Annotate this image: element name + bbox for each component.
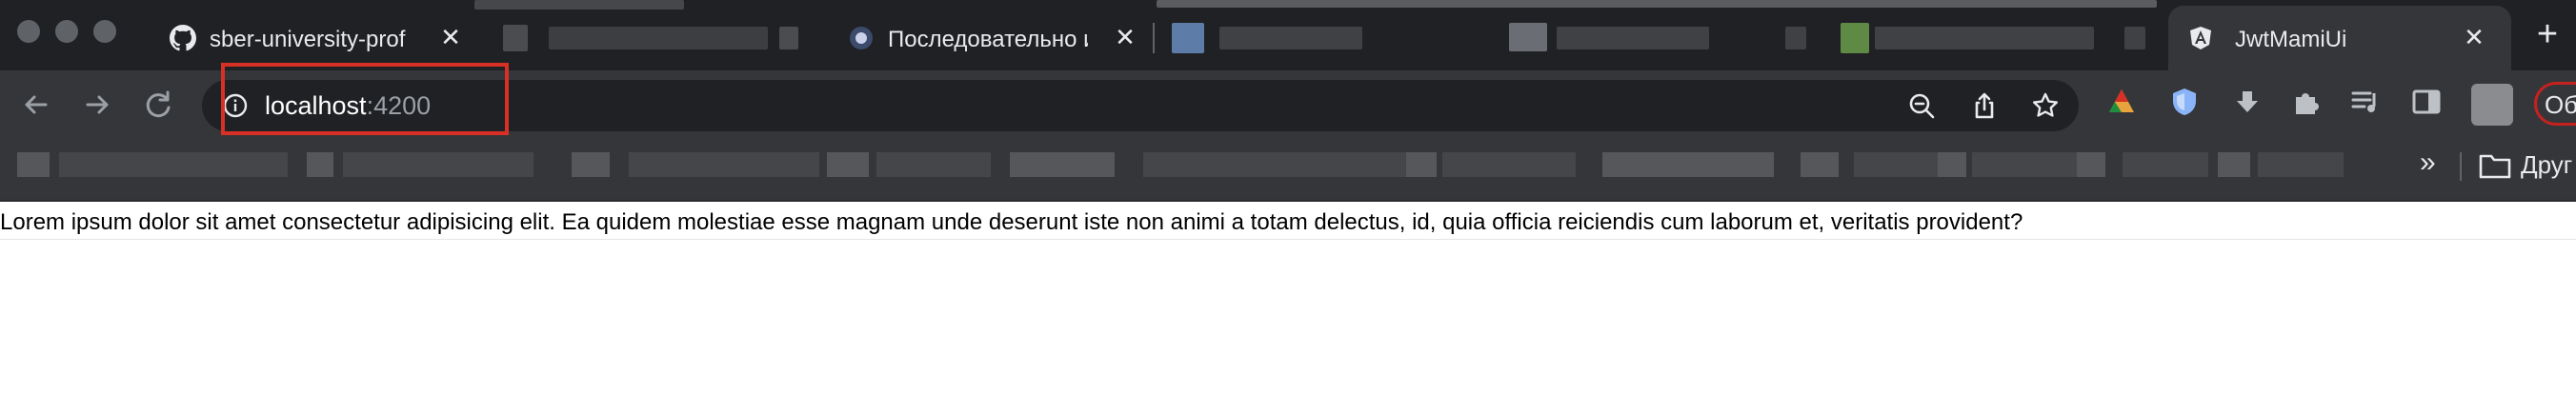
close-window-button[interactable] bbox=[17, 20, 40, 43]
tab-blurred-1[interactable] bbox=[476, 6, 829, 70]
bookmark-item[interactable] bbox=[629, 152, 819, 177]
blurred-favicon-icon bbox=[1841, 23, 1869, 53]
bookmark-item[interactable] bbox=[572, 152, 610, 177]
bookmark-item[interactable] bbox=[1938, 152, 1966, 177]
shield-icon[interactable] bbox=[2168, 86, 2201, 118]
media-controls-icon[interactable] bbox=[2349, 86, 2382, 118]
blurred-favicon-icon bbox=[1509, 23, 1547, 51]
tab-site[interactable]: Последовательно и ✕ bbox=[831, 6, 1145, 70]
bookmark-item[interactable] bbox=[1406, 152, 1437, 177]
minimize-window-button[interactable] bbox=[55, 20, 78, 43]
bookmark-item[interactable] bbox=[1010, 152, 1115, 177]
bookmark-item[interactable] bbox=[2258, 152, 2344, 177]
bookmark-item[interactable] bbox=[2123, 152, 2208, 177]
forward-icon[interactable] bbox=[78, 86, 116, 124]
tab-strip: sber-university-prof ✕ Последовательно и… bbox=[0, 0, 2576, 70]
blurred-close-icon bbox=[1785, 27, 1806, 49]
bookmarks-separator bbox=[2460, 152, 2462, 181]
bookmark-item[interactable] bbox=[876, 152, 991, 177]
bookmark-star-icon[interactable] bbox=[2031, 91, 2060, 120]
close-tab-icon[interactable]: ✕ bbox=[2460, 23, 2488, 51]
blurred-tab-title bbox=[1875, 27, 2094, 49]
tab-blurred-3[interactable] bbox=[1814, 6, 2157, 70]
new-tab-button[interactable]: + bbox=[2528, 15, 2566, 53]
bookmark-item[interactable] bbox=[827, 152, 869, 177]
bookmark-item[interactable] bbox=[307, 152, 333, 177]
bookmark-item[interactable] bbox=[1442, 152, 1576, 177]
zoom-window-button[interactable] bbox=[93, 20, 116, 43]
profile-menu-button[interactable]: Об bbox=[2534, 82, 2576, 126]
tab-active[interactable]: JwtMamiUi ✕ bbox=[2168, 6, 2511, 70]
extensions-puzzle-icon[interactable] bbox=[2290, 86, 2323, 118]
bookmark-item[interactable] bbox=[59, 152, 288, 177]
blurred-favicon-icon bbox=[503, 25, 528, 51]
blurred-close-icon bbox=[779, 27, 798, 49]
reload-icon[interactable] bbox=[139, 86, 177, 124]
bookmark-item[interactable] bbox=[1143, 152, 1429, 177]
other-bookmarks-label[interactable]: Друг bbox=[2521, 150, 2572, 180]
profile-menu-label: Об bbox=[2545, 90, 2576, 119]
tab-github[interactable]: sber-university-prof ✕ bbox=[152, 6, 476, 70]
github-icon bbox=[170, 25, 196, 51]
folder-icon[interactable] bbox=[2479, 152, 2511, 179]
tab-separator bbox=[1153, 23, 1155, 53]
angular-icon bbox=[2190, 27, 2211, 49]
tab-title: Последовательно и bbox=[888, 27, 1088, 52]
tab-blurred-2[interactable] bbox=[1157, 6, 1814, 70]
bookmark-item[interactable] bbox=[1602, 152, 1774, 177]
close-tab-icon[interactable]: ✕ bbox=[1111, 23, 1139, 51]
share-icon[interactable] bbox=[1970, 91, 1999, 120]
tab-title: JwtMamiUi bbox=[2235, 27, 2347, 52]
blurred-tab-title bbox=[1219, 27, 1362, 49]
bookmark-item[interactable] bbox=[1801, 152, 1839, 177]
zoom-out-icon[interactable] bbox=[1907, 91, 1936, 120]
bookmark-item[interactable] bbox=[2077, 152, 2105, 177]
blurred-favicon-icon bbox=[1172, 23, 1204, 53]
url-highlight-box bbox=[221, 63, 509, 135]
bookmark-item[interactable] bbox=[343, 152, 533, 177]
bookmark-item[interactable] bbox=[17, 152, 50, 177]
side-panel-icon[interactable] bbox=[2410, 86, 2443, 118]
profile-avatar[interactable] bbox=[2471, 84, 2513, 126]
blurred-tab-title bbox=[1557, 27, 1709, 49]
blurred-tab-edge bbox=[474, 0, 684, 10]
color-extension-icon[interactable] bbox=[2105, 86, 2138, 118]
blurred-close-icon bbox=[2124, 27, 2145, 49]
back-icon[interactable] bbox=[17, 86, 55, 124]
page-paragraph: Lorem ipsum dolor sit amet consectetur a… bbox=[0, 209, 2023, 235]
page-divider bbox=[0, 239, 2576, 240]
close-tab-icon[interactable]: ✕ bbox=[436, 23, 465, 51]
blurred-tab-title bbox=[549, 27, 768, 49]
bookmark-item[interactable] bbox=[2218, 152, 2250, 177]
bookmarks-overflow-button[interactable]: » bbox=[2420, 147, 2436, 179]
site-favicon-icon bbox=[850, 27, 873, 49]
tab-title: sber-university-prof bbox=[210, 27, 406, 52]
download-arrow-icon[interactable] bbox=[2231, 86, 2264, 118]
